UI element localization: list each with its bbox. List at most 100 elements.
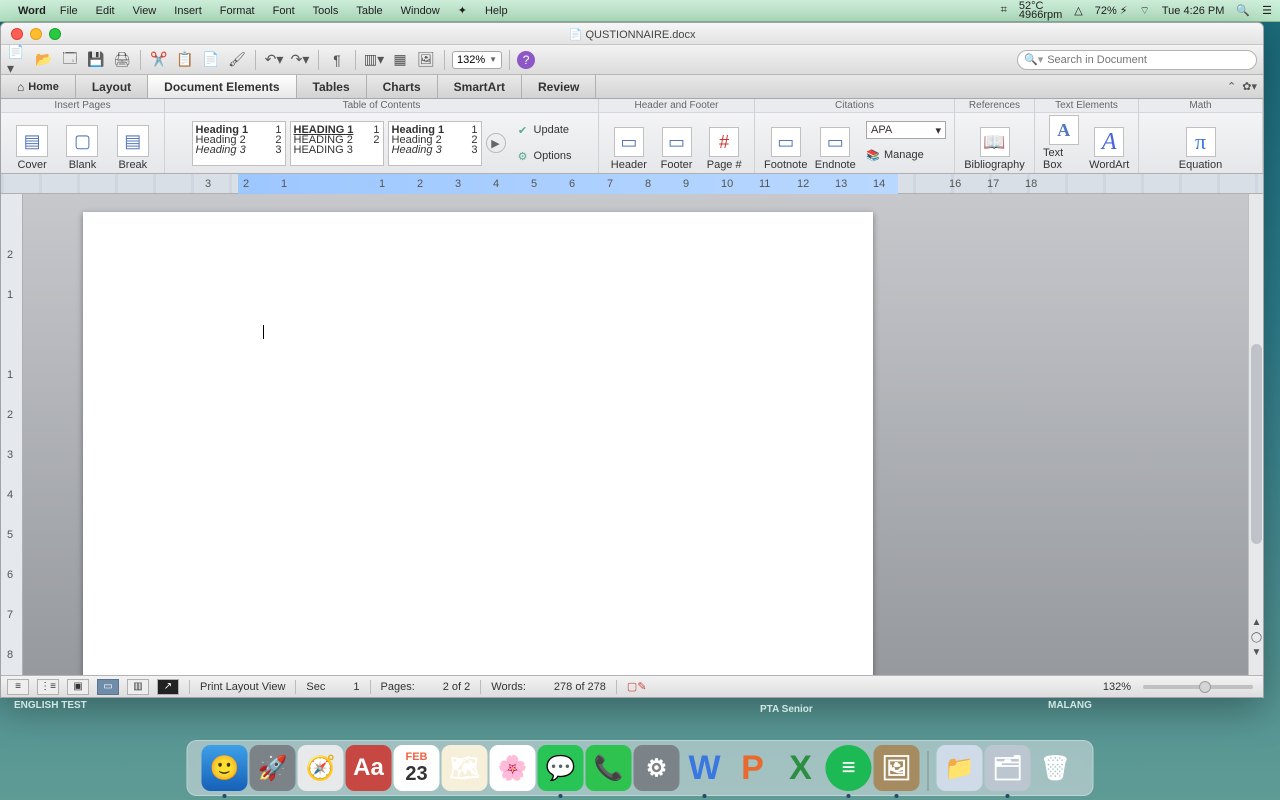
view-publish[interactable]: ▣ bbox=[67, 679, 89, 695]
menu-view[interactable]: View bbox=[133, 5, 157, 17]
view-fullscreen[interactable]: ↗ bbox=[157, 679, 179, 695]
redo-button[interactable]: ↷▾ bbox=[289, 49, 311, 71]
view-print-layout[interactable]: ▭ bbox=[97, 679, 119, 695]
scroll-thumb[interactable] bbox=[1251, 344, 1262, 544]
wifi-icon[interactable]: ⌔ bbox=[1140, 4, 1150, 18]
scroll-object-icon[interactable]: ◯ bbox=[1249, 630, 1263, 645]
dock-preview[interactable]: 🖼 bbox=[874, 745, 920, 791]
cut-button[interactable]: ✂️ bbox=[148, 49, 170, 71]
print-button[interactable]: 🖨 bbox=[111, 49, 133, 71]
blank-button[interactable]: ▢Blank bbox=[59, 115, 105, 171]
spotlight-icon[interactable]: 🔍 bbox=[1236, 4, 1250, 17]
dock-photos[interactable]: 🌸 bbox=[490, 745, 536, 791]
dock-trash[interactable]: 🗑 bbox=[1033, 745, 1079, 791]
vertical-scrollbar[interactable]: ▲ ◯ ▼ bbox=[1248, 194, 1263, 675]
toolbox-button[interactable]: ▦ bbox=[389, 49, 411, 71]
page-number-button[interactable]: #Page # bbox=[702, 115, 746, 171]
copy-button[interactable]: 📋 bbox=[174, 49, 196, 71]
document-canvas[interactable] bbox=[23, 194, 1248, 675]
menu-window[interactable]: Window bbox=[401, 5, 440, 17]
dock-safari[interactable]: 🧭 bbox=[298, 745, 344, 791]
undo-button[interactable]: ↶▾ bbox=[263, 49, 285, 71]
menu-table[interactable]: Table bbox=[356, 5, 382, 17]
gdrive-icon[interactable]: △ bbox=[1074, 4, 1082, 17]
media-browser-button[interactable]: 🖼 bbox=[415, 49, 437, 71]
scroll-up-arrow[interactable]: ▲ bbox=[1249, 615, 1263, 630]
temp-widget[interactable]: 52°C4966rpm bbox=[1019, 2, 1062, 20]
break-button[interactable]: ▤Break bbox=[110, 115, 156, 171]
dock-launchpad[interactable]: 🚀 bbox=[250, 745, 296, 791]
menu-file[interactable]: File bbox=[60, 5, 78, 17]
dock-spotify[interactable]: ≡ bbox=[826, 745, 872, 791]
zoom-select[interactable]: 132%▼ bbox=[452, 51, 502, 69]
citation-style-select[interactable]: APA▾ bbox=[866, 121, 946, 139]
tab-tables[interactable]: Tables bbox=[297, 75, 367, 98]
menu-format[interactable]: Format bbox=[220, 5, 255, 17]
sidebar-button[interactable]: ▥▾ bbox=[363, 49, 385, 71]
dock-powerpoint[interactable]: P bbox=[730, 745, 776, 791]
dock-facetime[interactable]: 📞 bbox=[586, 745, 632, 791]
wordart-button[interactable]: AWordArt bbox=[1089, 115, 1131, 171]
scroll-down-arrow[interactable]: ▼ bbox=[1249, 645, 1263, 660]
zoom-slider[interactable] bbox=[1143, 685, 1253, 689]
zoom-slider-knob[interactable] bbox=[1199, 681, 1211, 693]
menu-insert[interactable]: Insert bbox=[174, 5, 202, 17]
dock-maps[interactable]: 🗺 bbox=[442, 745, 488, 791]
search-input[interactable] bbox=[1047, 54, 1250, 66]
help-button[interactable]: ? bbox=[517, 51, 535, 69]
menu-help[interactable]: Help bbox=[485, 5, 508, 17]
tab-home[interactable]: ⌂Home bbox=[1, 75, 76, 98]
horizontal-ruler[interactable]: 3211234567891011121314161718 bbox=[1, 174, 1263, 194]
menu-tools[interactable]: Tools bbox=[313, 5, 339, 17]
endnote-button[interactable]: ▭Endnote bbox=[813, 115, 859, 171]
collapse-ribbon-icon[interactable]: ⌃ bbox=[1227, 80, 1236, 93]
tab-smartart[interactable]: SmartArt bbox=[438, 75, 522, 98]
tab-charts[interactable]: Charts bbox=[367, 75, 438, 98]
equation-button[interactable]: πEquation bbox=[1177, 115, 1225, 171]
bibliography-button[interactable]: 📖Bibliography bbox=[963, 115, 1026, 171]
open-url-button[interactable]: 🗔 bbox=[59, 49, 81, 71]
dock-settings[interactable]: ⚙ bbox=[634, 745, 680, 791]
dock-dictionary[interactable]: Aa bbox=[346, 745, 392, 791]
header-button[interactable]: ▭Header bbox=[607, 115, 651, 171]
titlebar[interactable]: 📄 QUSTIONNAIRE.docx bbox=[1, 23, 1263, 45]
track-changes-icon[interactable]: ▢✎ bbox=[627, 680, 647, 693]
app-name[interactable]: Word bbox=[18, 5, 46, 17]
toc-style-3[interactable]: Heading 11 Heading 22 Heading 33 bbox=[388, 121, 482, 166]
dock-finder[interactable]: 🙂 bbox=[202, 745, 248, 791]
view-outline[interactable]: ⋮≡ bbox=[37, 679, 59, 695]
menu-font[interactable]: Font bbox=[273, 5, 295, 17]
text-box-button[interactable]: AText Box bbox=[1043, 115, 1085, 171]
evernote-icon[interactable]: ✦ bbox=[458, 4, 467, 17]
vertical-ruler[interactable]: 2 1 1 2 3 4 5 6 7 8 bbox=[1, 194, 23, 675]
notification-center-icon[interactable]: ☰ bbox=[1262, 4, 1272, 17]
footer-button[interactable]: ▭Footer bbox=[655, 115, 699, 171]
dock-messages[interactable]: 💬 bbox=[538, 745, 584, 791]
search-field[interactable]: 🔍▾ bbox=[1017, 50, 1257, 70]
dock-calendar[interactable]: FEB23 bbox=[394, 745, 440, 791]
toc-more-arrow[interactable]: ▶ bbox=[486, 133, 506, 153]
cover-button[interactable]: ▤Cover bbox=[9, 115, 55, 171]
paste-button[interactable]: 📄 bbox=[200, 49, 222, 71]
clock[interactable]: Tue 4:26 PM bbox=[1162, 5, 1225, 17]
battery-status[interactable]: 72% ⚡︎ bbox=[1095, 4, 1128, 17]
tab-layout[interactable]: Layout bbox=[76, 75, 148, 98]
tab-document-elements[interactable]: Document Elements bbox=[148, 75, 296, 98]
pilcrow-button[interactable]: ¶ bbox=[326, 49, 348, 71]
footnote-button[interactable]: ▭Footnote bbox=[763, 115, 809, 171]
view-notebook[interactable]: ▥ bbox=[127, 679, 149, 695]
menu-edit[interactable]: Edit bbox=[96, 5, 115, 17]
dock-excel[interactable]: X bbox=[778, 745, 824, 791]
ribbon-settings-icon[interactable]: ✿▾ bbox=[1242, 80, 1257, 93]
toc-update-button[interactable]: ✔Update bbox=[516, 120, 572, 140]
dock-folder-2[interactable]: 🗂 bbox=[985, 745, 1031, 791]
manage-citations-button[interactable]: 📚Manage bbox=[866, 145, 946, 165]
save-button[interactable]: 💾 bbox=[85, 49, 107, 71]
tab-review[interactable]: Review bbox=[522, 75, 596, 98]
dropbox-icon[interactable]: ⌗ bbox=[1001, 4, 1007, 17]
view-draft[interactable]: ≡ bbox=[7, 679, 29, 695]
format-painter-button[interactable]: 🖌 bbox=[226, 49, 248, 71]
toc-style-1[interactable]: Heading 11 Heading 22 Heading 33 bbox=[192, 121, 286, 166]
dock-folder-1[interactable]: 📁 bbox=[937, 745, 983, 791]
toc-style-2[interactable]: HEADING 11 HEADING 22 HEADING 3 bbox=[290, 121, 384, 166]
